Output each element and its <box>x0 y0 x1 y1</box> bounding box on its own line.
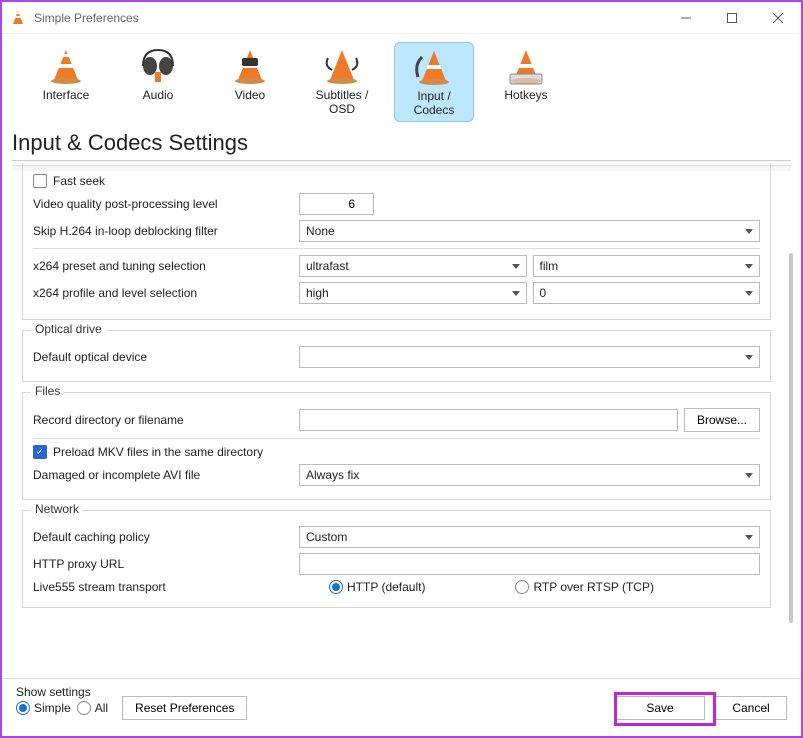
x264-profile-label: x264 profile and level selection <box>33 286 293 300</box>
maximize-button[interactable] <box>709 3 755 33</box>
record-dir-label: Record directory or filename <box>33 413 293 427</box>
vlc-app-icon <box>10 10 26 26</box>
radio-icon <box>77 701 91 715</box>
video-quality-spinner[interactable] <box>299 193 374 215</box>
footer-bar: Show settings Simple All Reset Preferenc… <box>2 678 801 736</box>
radio-icon <box>329 580 343 594</box>
tab-label: Input / Codecs <box>399 89 469 117</box>
minimize-button[interactable] <box>663 3 709 33</box>
tab-audio[interactable]: Audio <box>118 42 198 122</box>
optical-drive-group: Optical drive Default optical device <box>22 330 771 382</box>
live555-label: Live555 stream transport <box>33 580 293 594</box>
caching-label: Default caching policy <box>33 530 293 544</box>
tab-label: Hotkeys <box>504 88 547 102</box>
radio-icon <box>515 580 529 594</box>
proxy-label: HTTP proxy URL <box>33 557 293 571</box>
network-legend: Network <box>31 502 83 516</box>
tab-interface[interactable]: Interface <box>26 42 106 122</box>
skip-deblock-label: Skip H.264 in-loop deblocking filter <box>33 224 293 238</box>
checkbox-icon <box>33 174 47 188</box>
tab-hotkeys[interactable]: Hotkeys <box>486 42 566 122</box>
video-quality-label: Video quality post-processing level <box>33 197 293 211</box>
tab-label: Interface <box>43 88 90 102</box>
fast-seek-label: Fast seek <box>53 174 105 188</box>
optical-legend: Optical drive <box>31 322 106 336</box>
files-legend: Files <box>31 384 64 398</box>
x264-tuning-select[interactable]: film <box>533 255 761 277</box>
cancel-button[interactable]: Cancel <box>715 696 787 720</box>
tab-subtitles[interactable]: Subtitles / OSD <box>302 42 382 122</box>
simple-label: Simple <box>34 701 71 715</box>
avi-label: Damaged or incomplete AVI file <box>33 468 293 482</box>
live555-rtp-radio[interactable]: RTP over RTSP (TCP) <box>515 580 653 594</box>
live555-rtp-label: RTP over RTSP (TCP) <box>533 580 653 594</box>
x264-profile-select[interactable]: high <box>299 282 527 304</box>
default-optical-select[interactable] <box>299 346 760 368</box>
browse-button[interactable]: Browse... <box>684 408 760 432</box>
window-controls <box>663 3 801 33</box>
close-button[interactable] <box>755 3 801 33</box>
category-tabs: Interface Audio Video Subtitles / OSD In… <box>2 34 801 126</box>
settings-scroll-area[interactable]: Fast seek Video quality post-processing … <box>2 163 801 643</box>
tab-label: Video <box>235 88 265 102</box>
x264-preset-select[interactable]: ultrafast <box>299 255 527 277</box>
preload-mkv-checkbox[interactable]: ✓ Preload MKV files in the same director… <box>33 445 263 459</box>
titlebar: Simple Preferences <box>2 2 801 34</box>
tab-input-codecs[interactable]: Input / Codecs <box>394 42 474 122</box>
radio-icon <box>16 701 30 715</box>
record-dir-input[interactable] <box>299 409 678 431</box>
codecs-group: Fast seek Video quality post-processing … <box>22 163 771 320</box>
tab-label: Audio <box>143 88 174 102</box>
network-group: Network Default caching policy Custom HT… <box>22 510 771 608</box>
x264-level-select[interactable]: 0 <box>533 282 761 304</box>
all-label: All <box>95 701 108 715</box>
checkbox-icon: ✓ <box>33 445 47 459</box>
show-settings-label: Show settings <box>16 685 91 699</box>
skip-deblock-select[interactable]: None <box>299 220 760 242</box>
page-heading: Input & Codecs Settings <box>2 126 801 158</box>
reset-preferences-button[interactable]: Reset Preferences <box>122 696 247 720</box>
files-group: Files Record directory or filename Brows… <box>22 392 771 500</box>
x264-preset-label: x264 preset and tuning selection <box>33 259 293 273</box>
group-divider <box>33 248 760 249</box>
window-title: Simple Preferences <box>34 11 139 25</box>
avi-select[interactable]: Always fix <box>299 464 760 486</box>
show-settings-all-radio[interactable]: All <box>77 701 108 715</box>
heading-divider <box>12 160 791 161</box>
group-divider <box>33 438 760 439</box>
tab-video[interactable]: Video <box>210 42 290 122</box>
tab-label: Subtitles / OSD <box>306 88 378 116</box>
show-settings-simple-radio[interactable]: Simple <box>16 701 71 715</box>
live555-http-label: HTTP (default) <box>347 580 425 594</box>
proxy-input[interactable] <box>299 553 760 575</box>
default-optical-label: Default optical device <box>33 350 293 364</box>
show-settings-group: Show settings Simple All <box>16 701 108 715</box>
fast-seek-checkbox[interactable]: Fast seek <box>33 174 105 188</box>
live555-http-radio[interactable]: HTTP (default) <box>329 580 425 594</box>
caching-select[interactable]: Custom <box>299 526 760 548</box>
save-button[interactable]: Save <box>615 696 705 720</box>
preload-mkv-label: Preload MKV files in the same directory <box>53 445 263 459</box>
